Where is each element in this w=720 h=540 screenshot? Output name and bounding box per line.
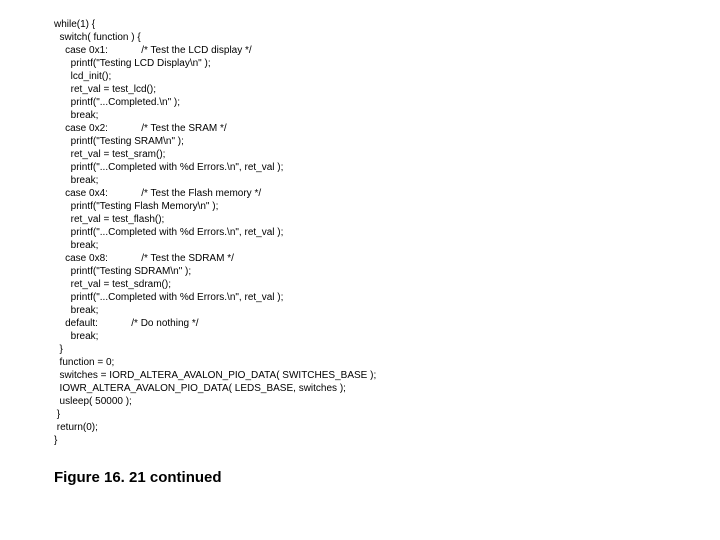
code-listing: while(1) { switch( function ) { case 0x1… bbox=[54, 18, 720, 447]
page: while(1) { switch( function ) { case 0x1… bbox=[0, 0, 720, 486]
figure-caption: Figure 16. 21 continued bbox=[54, 469, 720, 486]
